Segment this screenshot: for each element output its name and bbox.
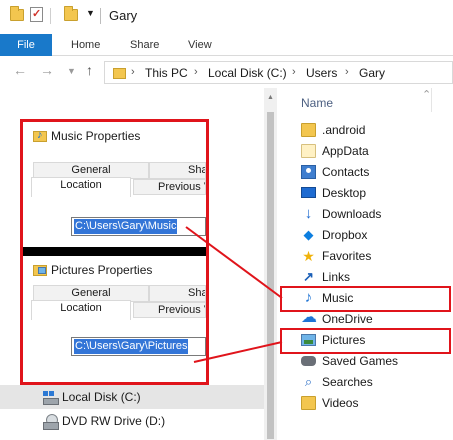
- toolbar-divider: [50, 8, 51, 24]
- list-item[interactable]: Contacts: [301, 162, 451, 183]
- file-list: ⌃ Name .android AppData Contacts Desktop…: [277, 88, 453, 440]
- breadcrumb-local-disk[interactable]: Local Disk (C:): [208, 66, 287, 80]
- chevron-right-icon[interactable]: ›: [131, 66, 135, 78]
- list-item-label: Saved Games: [322, 354, 399, 368]
- list-item[interactable]: ★ Favorites: [301, 246, 451, 267]
- nav-item-dvd-drive[interactable]: DVD RW Drive (D:): [0, 409, 264, 433]
- list-item-label: Dropbox: [322, 228, 368, 242]
- dialog-title: Pictures Properties: [51, 263, 153, 277]
- properties-icon[interactable]: [30, 7, 43, 22]
- list-item-label: AppData: [322, 144, 369, 158]
- properties-annotation-box: ♪ Music Properties General Shar Location…: [20, 119, 209, 385]
- nav-item-label: DVD RW Drive (D:): [62, 414, 166, 428]
- list-item[interactable]: ↓ Downloads: [301, 204, 451, 225]
- nav-item-label: Local Disk (C:): [62, 390, 141, 404]
- dialog-tabs: General Shar Location Previous V: [31, 160, 206, 197]
- downloads-icon: ↓: [304, 205, 313, 222]
- list-item-label: Searches: [322, 375, 373, 389]
- star-icon: ★: [302, 248, 315, 264]
- recent-locations-icon[interactable]: ▼: [67, 66, 76, 76]
- address-bar[interactable]: › This PC › Local Disk (C:) › Users › Ga…: [104, 61, 453, 84]
- list-item[interactable]: Desktop: [301, 183, 451, 204]
- dvd-drive-icon: [43, 414, 59, 430]
- list-item[interactable]: Saved Games: [301, 351, 451, 372]
- dropbox-icon: ◆: [303, 227, 314, 242]
- new-folder-icon[interactable]: [64, 6, 78, 21]
- chevron-right-icon[interactable]: ›: [345, 66, 349, 78]
- chevron-right-icon[interactable]: ›: [194, 66, 198, 78]
- back-icon[interactable]: ←: [13, 62, 27, 78]
- search-icon: ⌕: [304, 374, 313, 389]
- music-icon: ♪: [33, 129, 47, 142]
- location-path-field[interactable]: C:\Users\Gary\Music: [71, 217, 206, 236]
- music-highlight-box: [280, 286, 451, 312]
- list-item-label: .android: [322, 123, 366, 137]
- folder-icon: [301, 123, 316, 137]
- list-item-label: Contacts: [322, 165, 370, 179]
- ribbon-tabs: File Home Share View: [0, 34, 453, 56]
- tab-sharing[interactable]: Shar: [149, 285, 206, 302]
- list-item-label: Downloads: [322, 207, 382, 221]
- title-divider: [100, 8, 101, 24]
- tab-location[interactable]: Location: [31, 300, 131, 320]
- location-path-value: C:\Users\Gary\Pictures: [74, 339, 189, 354]
- desktop-icon: [301, 187, 316, 198]
- dialog-title: Music Properties: [51, 129, 141, 143]
- list-item-label: OneDrive: [322, 312, 373, 326]
- folder-icon: [301, 396, 316, 410]
- chevron-right-icon[interactable]: ›: [292, 66, 296, 78]
- breadcrumb-users[interactable]: Users: [306, 66, 337, 80]
- contacts-icon: [301, 165, 316, 179]
- sort-caret-icon: ⌃: [422, 89, 432, 101]
- breadcrumb-this-pc[interactable]: This PC: [145, 66, 188, 80]
- location-path-value: C:\Users\Gary\Music: [74, 219, 178, 234]
- list-item[interactable]: ◆ Dropbox: [301, 225, 451, 246]
- folder-icon: [113, 68, 126, 79]
- forward-icon[interactable]: →: [40, 62, 54, 78]
- music-properties-dialog: ♪ Music Properties General Shar Location…: [23, 122, 206, 248]
- list-item[interactable]: ☁ OneDrive: [301, 309, 451, 330]
- column-divider[interactable]: [431, 88, 432, 112]
- tab-previous-versions[interactable]: Previous V: [133, 302, 206, 318]
- tab-home[interactable]: Home: [71, 34, 100, 56]
- list-item[interactable]: Videos: [301, 393, 451, 414]
- local-disk-icon: [43, 391, 59, 405]
- list-item-label: Favorites: [322, 249, 372, 263]
- tab-previous-versions[interactable]: Previous V: [133, 179, 206, 195]
- customize-toolbar-icon[interactable]: ▼: [86, 8, 95, 18]
- dialog-divider: [23, 247, 206, 256]
- list-item[interactable]: .android: [301, 120, 451, 141]
- tab-file[interactable]: File: [0, 34, 52, 56]
- pictures-properties-dialog: Pictures Properties General Shar Locatio…: [23, 256, 206, 382]
- pictures-highlight-box: [280, 328, 451, 354]
- up-icon[interactable]: ↑: [86, 62, 93, 78]
- folder-icon: [301, 144, 316, 158]
- onedrive-icon: ☁: [301, 309, 317, 326]
- nav-scrollbar[interactable]: ▲: [264, 88, 277, 440]
- column-header-name[interactable]: Name: [301, 96, 333, 110]
- pictures-icon: [33, 264, 47, 276]
- scroll-up-icon[interactable]: ▲: [267, 94, 274, 101]
- dialog-tabs: General Shar Location Previous V: [31, 283, 206, 320]
- saved-games-icon: [301, 356, 316, 366]
- list-item-label: Desktop: [322, 186, 367, 200]
- list-item[interactable]: ↗ Links: [301, 267, 451, 288]
- tab-sharing[interactable]: Shar: [149, 162, 206, 179]
- links-icon: ↗: [303, 269, 314, 284]
- window-title: Gary: [109, 8, 138, 23]
- tab-location[interactable]: Location: [31, 177, 131, 197]
- list-item[interactable]: AppData: [301, 141, 451, 162]
- location-path-field[interactable]: C:\Users\Gary\Pictures: [71, 337, 206, 356]
- list-item-label: Videos: [322, 396, 359, 410]
- title-bar: ▼ Gary: [0, 0, 453, 34]
- list-item-label: Links: [322, 270, 351, 284]
- address-row: ← → ▼ ↑ › This PC › Local Disk (C:) › Us…: [0, 56, 453, 88]
- list-item[interactable]: ⌕ Searches: [301, 372, 451, 393]
- breadcrumb-gary[interactable]: Gary: [359, 66, 385, 80]
- scrollbar-thumb[interactable]: [267, 112, 274, 439]
- nav-item-local-disk[interactable]: Local Disk (C:): [0, 385, 264, 409]
- tab-view[interactable]: View: [188, 34, 212, 56]
- folder-icon: [10, 6, 24, 21]
- tab-share[interactable]: Share: [130, 34, 159, 56]
